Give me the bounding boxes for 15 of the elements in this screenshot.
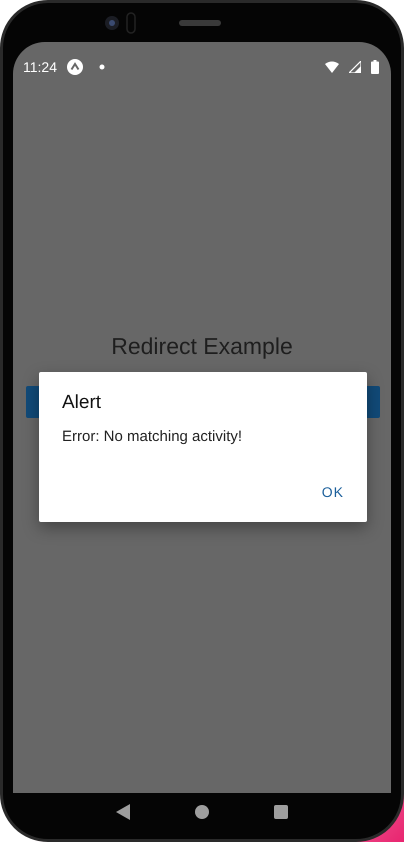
camera-icon <box>103 10 137 36</box>
home-icon[interactable] <box>194 804 209 818</box>
app-title: Redirect Example <box>110 333 294 359</box>
signal-icon <box>349 61 361 73</box>
speaker-grille <box>179 20 221 26</box>
dialog-title: Alert <box>62 392 102 414</box>
dialog-message: Error: No matching activity! <box>62 428 244 445</box>
battery-icon <box>371 60 379 74</box>
dot-icon <box>99 64 105 70</box>
ok-button[interactable]: OK <box>306 478 360 506</box>
wifi-icon <box>325 61 339 73</box>
recents-icon[interactable] <box>274 804 288 818</box>
status-time: 11:24 <box>23 59 57 75</box>
app-notification-icon <box>67 59 83 75</box>
back-icon[interactable] <box>116 804 130 820</box>
